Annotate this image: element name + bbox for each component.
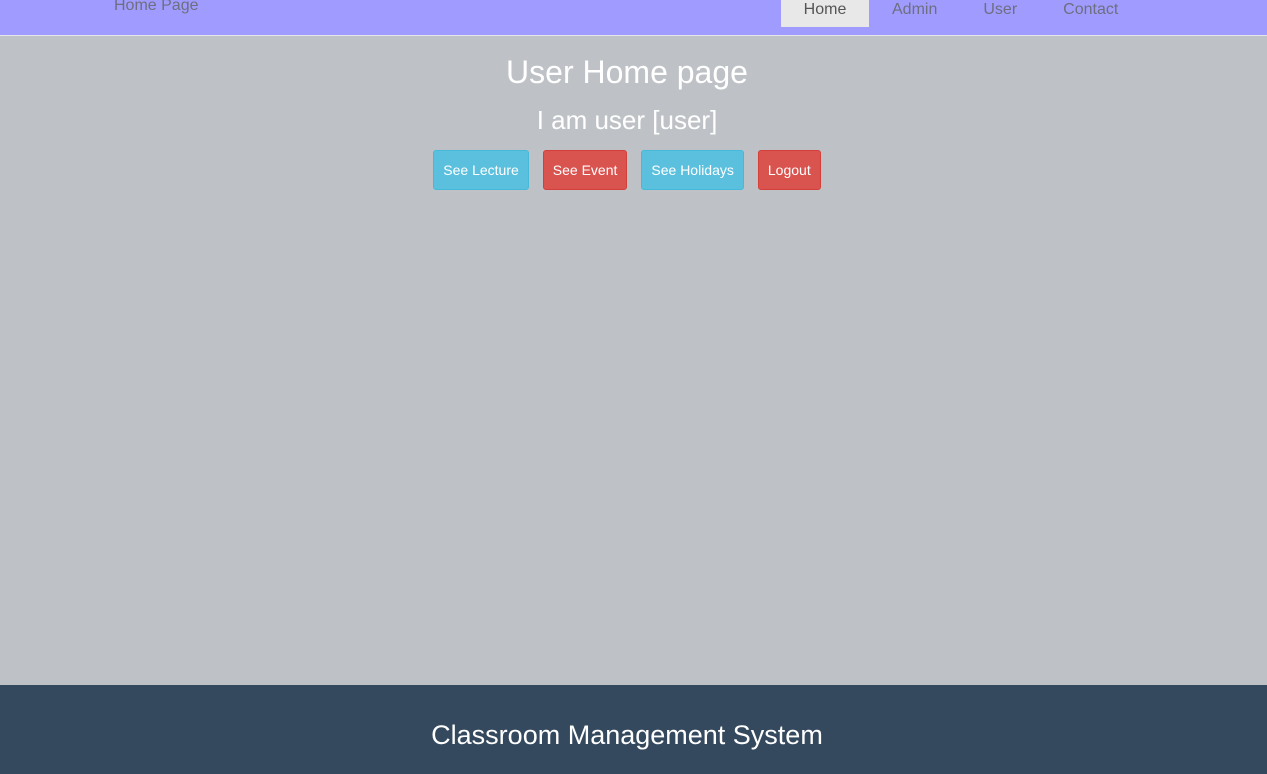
page-title: User Home page bbox=[506, 54, 748, 90]
see-lecture-button[interactable]: See Lecture bbox=[433, 150, 529, 190]
user-greeting: I am user [user] bbox=[536, 105, 718, 135]
main-content: User Home page I am user [user] See Lect… bbox=[0, 36, 1267, 685]
brand-link[interactable]: Home Page bbox=[114, 0, 199, 16]
nav-item-user[interactable]: User bbox=[960, 0, 1040, 27]
nav-menu: Home Admin User Contact bbox=[781, 0, 1141, 27]
footer-title: Classroom Management System bbox=[431, 720, 823, 750]
logout-button[interactable]: Logout bbox=[757, 150, 821, 190]
see-holidays-button[interactable]: See Holidays bbox=[641, 150, 744, 190]
see-event-button[interactable]: See Event bbox=[542, 150, 628, 190]
top-navbar: Home Page Home Admin User Contact bbox=[0, 0, 1267, 36]
nav-item-admin[interactable]: Admin bbox=[869, 0, 960, 27]
nav-item-contact[interactable]: Contact bbox=[1040, 0, 1141, 27]
nav-item-home[interactable]: Home bbox=[781, 0, 869, 27]
footer: Classroom Management System bbox=[0, 685, 1267, 774]
action-buttons: See Lecture See Event See Holidays Logou… bbox=[0, 150, 1254, 190]
